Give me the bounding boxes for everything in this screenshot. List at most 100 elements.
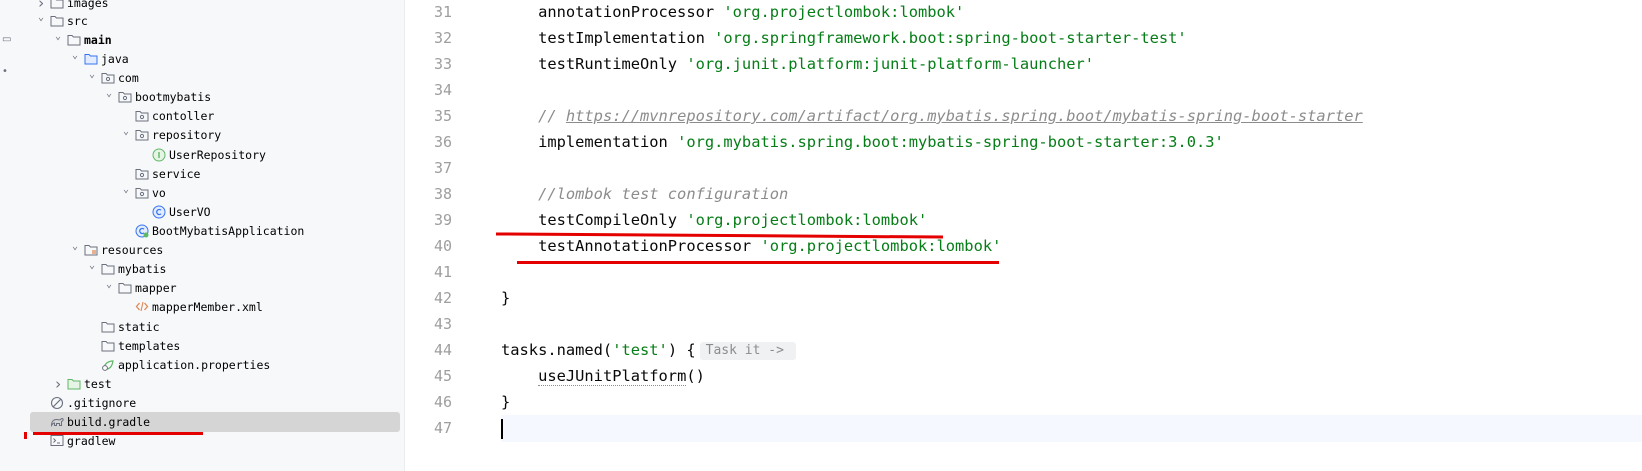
chevron-down-icon[interactable]: ⌄ <box>86 259 98 279</box>
line-number: 34 <box>433 81 452 99</box>
tree-item-label: com <box>118 71 139 85</box>
package-icon <box>100 68 116 88</box>
gradle-icon <box>49 412 65 432</box>
chevron-down-icon[interactable]: ⌄ <box>52 30 64 50</box>
package-icon <box>134 183 150 203</box>
tree-item-main[interactable]: ⌄ main <box>30 30 400 50</box>
line-number: 36 <box>433 133 452 151</box>
code-line[interactable] <box>501 311 1642 338</box>
tool-window-strip: ▭ • <box>0 0 22 471</box>
chevron-down-icon[interactable]: ⌄ <box>120 125 132 145</box>
tree-item-uservo[interactable]: UserVO <box>30 202 400 222</box>
string-literal: 'test' <box>612 341 668 359</box>
line-number: 43 <box>433 315 452 333</box>
code-line[interactable]: testAnnotationProcessor 'org.projectlomb… <box>501 233 1642 260</box>
code-line[interactable]: tasks.named('test') {Task it -> <box>501 337 1642 364</box>
tree-item-mybatis[interactable]: ⌄ mybatis <box>30 259 400 279</box>
tree-item-templates[interactable]: templates <box>30 336 400 356</box>
tree-item-label: bootmybatis <box>135 90 212 104</box>
tree-item-build-gradle[interactable]: build.gradle <box>30 412 400 432</box>
code-line[interactable]: // https://mvnrepository.com/artifact/or… <box>501 103 1642 130</box>
tree-item-contoller[interactable]: contoller <box>30 106 400 126</box>
chevron-right-icon[interactable]: › <box>52 374 64 394</box>
folder-icon <box>117 278 133 298</box>
code-comment: // <box>501 107 566 125</box>
tree-item-repository[interactable]: ⌄ repository <box>30 125 400 145</box>
chevron-down-icon[interactable]: ⌄ <box>69 240 81 260</box>
chevron-down-icon[interactable]: ⌄ <box>103 87 115 107</box>
tool-window-icon[interactable]: ▭ <box>2 34 11 45</box>
code-line[interactable]: testRuntimeOnly 'org.junit.platform:juni… <box>501 51 1642 78</box>
tree-item-label: .gitignore <box>67 396 137 410</box>
annotation-mark <box>24 432 27 439</box>
tree-item-label: mybatis <box>118 262 167 276</box>
tree-item-bootmybatisapplication[interactable]: BootMybatisApplication <box>30 221 400 241</box>
interface-icon <box>151 145 167 165</box>
tree-item-src[interactable]: ⌄ src <box>30 11 400 31</box>
code-token: () <box>686 367 705 385</box>
tree-item-java[interactable]: ⌄ java <box>30 49 400 69</box>
tree-item-bootmybatis[interactable]: ⌄ bootmybatis <box>30 87 400 107</box>
code-token: annotationProcessor <box>501 3 724 21</box>
text-caret <box>501 418 503 439</box>
code-line[interactable] <box>501 77 1642 104</box>
tree-item-label: contoller <box>152 109 215 123</box>
tree-item-application-properties[interactable]: application.properties <box>30 355 400 375</box>
code-token: tasks.named( <box>501 341 613 359</box>
package-icon <box>134 125 150 145</box>
tree-item-label: mapper <box>135 281 177 295</box>
string-literal: 'org.junit.platform:junit-platform-launc… <box>686 55 1095 73</box>
line-number: 33 <box>433 55 452 73</box>
code-line[interactable]: //lombok test configuration <box>501 181 1642 208</box>
string-literal: 'org.springframework.boot:spring-boot-st… <box>714 29 1187 47</box>
tree-item-resources[interactable]: ⌄ resources <box>30 240 400 260</box>
code-line[interactable] <box>501 155 1642 182</box>
tree-item-service[interactable]: service <box>30 164 400 184</box>
package-icon <box>117 87 133 107</box>
chevron-down-icon[interactable]: ⌄ <box>86 68 98 88</box>
folder-icon <box>49 11 65 31</box>
chevron-down-icon[interactable]: ⌄ <box>69 49 81 69</box>
code-line[interactable] <box>501 415 1642 442</box>
tree-item-mappermember-xml[interactable]: mapperMember.xml <box>30 297 400 317</box>
project-tree: › images ⌄ src ⌄ main ⌄ java ⌄ com ⌄ bootmybatis con… <box>22 0 405 471</box>
line-number: 32 <box>433 29 452 47</box>
string-literal: 'org.projectlombok:lombok' <box>686 211 928 229</box>
tree-item-static[interactable]: static <box>30 317 400 337</box>
code-line[interactable]: implementation 'org.mybatis.spring.boot:… <box>501 129 1642 156</box>
class-icon <box>151 202 167 222</box>
line-number: 39 <box>433 211 452 229</box>
line-number: 35 <box>433 107 452 125</box>
tree-item-userrepository[interactable]: UserRepository <box>30 145 400 165</box>
tree-item-test[interactable]: › test <box>30 374 400 394</box>
code-token: } <box>501 393 511 411</box>
code-line[interactable]: } <box>501 285 1642 312</box>
code-line[interactable]: testCompileOnly 'org.projectlombok:lombo… <box>501 207 1642 234</box>
chevron-down-icon[interactable]: ⌄ <box>103 278 115 298</box>
code-line[interactable]: } <box>501 389 1642 416</box>
string-literal: 'org.mybatis.spring.boot:mybatis-spring-… <box>677 133 1224 151</box>
tree-item-label: vo <box>152 186 166 200</box>
tree-item-gitignore[interactable]: .gitignore <box>30 393 400 413</box>
gitignore-icon <box>49 393 65 413</box>
tree-item-vo[interactable]: ⌄ vo <box>30 183 400 203</box>
tree-item-label: templates <box>118 339 181 353</box>
code-comment: //lombok test configuration <box>501 185 789 203</box>
line-number: 47 <box>433 419 452 437</box>
code-line[interactable]: annotationProcessor 'org.projectlombok:l… <box>501 0 1642 26</box>
tree-item-mapper[interactable]: ⌄ mapper <box>30 278 400 298</box>
code-token: ) { <box>667 341 696 359</box>
tree-item-com[interactable]: ⌄ com <box>30 68 400 88</box>
folder-icon <box>100 336 116 356</box>
chevron-down-icon[interactable]: ⌄ <box>120 183 132 203</box>
line-number: 31 <box>433 3 452 21</box>
more-icon[interactable]: • <box>2 66 8 77</box>
code-line[interactable]: testImplementation 'org.springframework.… <box>501 25 1642 52</box>
package-icon <box>134 106 150 126</box>
code-line[interactable]: useJUnitPlatform() <box>501 363 1642 390</box>
tree-item-label: UserRepository <box>169 148 266 162</box>
chevron-down-icon[interactable]: ⌄ <box>35 11 47 31</box>
comment-link[interactable]: https://mvnrepository.com/artifact/org.m… <box>566 107 1363 125</box>
line-number: 37 <box>433 159 452 177</box>
